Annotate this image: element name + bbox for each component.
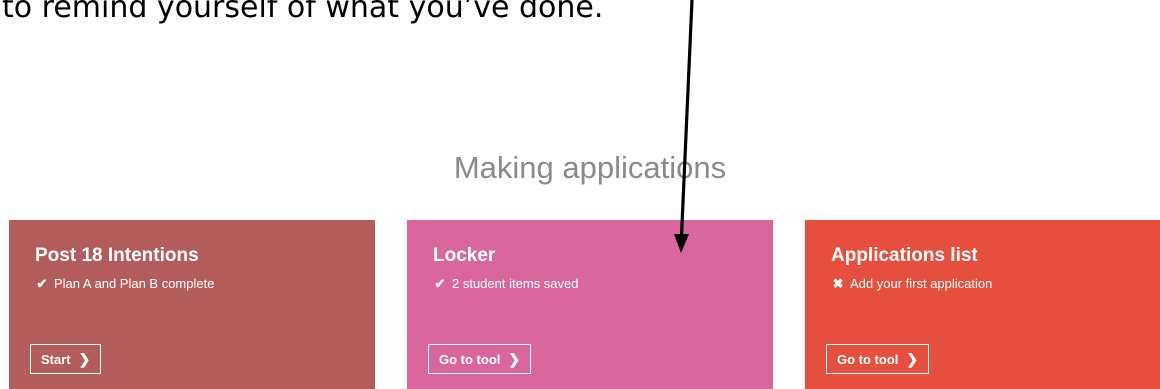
card-title: Locker	[433, 245, 496, 266]
section-title: Making applications	[453, 150, 727, 185]
card-status: ✔ 2 student items saved	[433, 275, 747, 293]
button-label: Start	[41, 351, 71, 367]
card-status-text: Add your first application	[850, 276, 993, 291]
card-status-text: 2 student items saved	[452, 276, 579, 291]
card-title: Post 18 Intentions	[35, 245, 199, 266]
arrow-shaft	[679, 0, 694, 237]
card-status-text: Plan A and Plan B complete	[54, 276, 215, 291]
card-status: ✔ Plan A and Plan B complete	[35, 275, 349, 293]
check-icon: ✔	[36, 276, 48, 291]
card-locker: Locker ✔ 2 student items saved Go to too…	[407, 220, 773, 389]
card-status: ✖ Add your first application	[831, 275, 1134, 293]
check-icon: ✔	[434, 276, 446, 291]
card-post-18-intentions: Post 18 Intentions ✔ Plan A and Plan B c…	[9, 220, 375, 389]
chevron-right-icon: ❯	[906, 350, 919, 367]
start-button[interactable]: Start ❯	[30, 344, 102, 374]
card-title: Applications list	[831, 245, 978, 266]
chevron-right-icon: ❯	[78, 350, 91, 367]
go-to-tool-button[interactable]: Go to tool ❯	[826, 344, 930, 374]
go-to-tool-button[interactable]: Go to tool ❯	[428, 344, 532, 374]
chevron-right-icon: ❯	[508, 350, 521, 367]
card-applications-list: Applications list ✖ Add your first appli…	[805, 220, 1160, 389]
button-label: Go to tool	[439, 351, 501, 367]
instruction-text: to remind yourself of what you’ve done.	[2, 0, 604, 25]
cross-icon: ✖	[832, 276, 844, 291]
page: to remind yourself of what you’ve done. …	[0, 0, 1160, 389]
button-label: Go to tool	[837, 351, 899, 367]
